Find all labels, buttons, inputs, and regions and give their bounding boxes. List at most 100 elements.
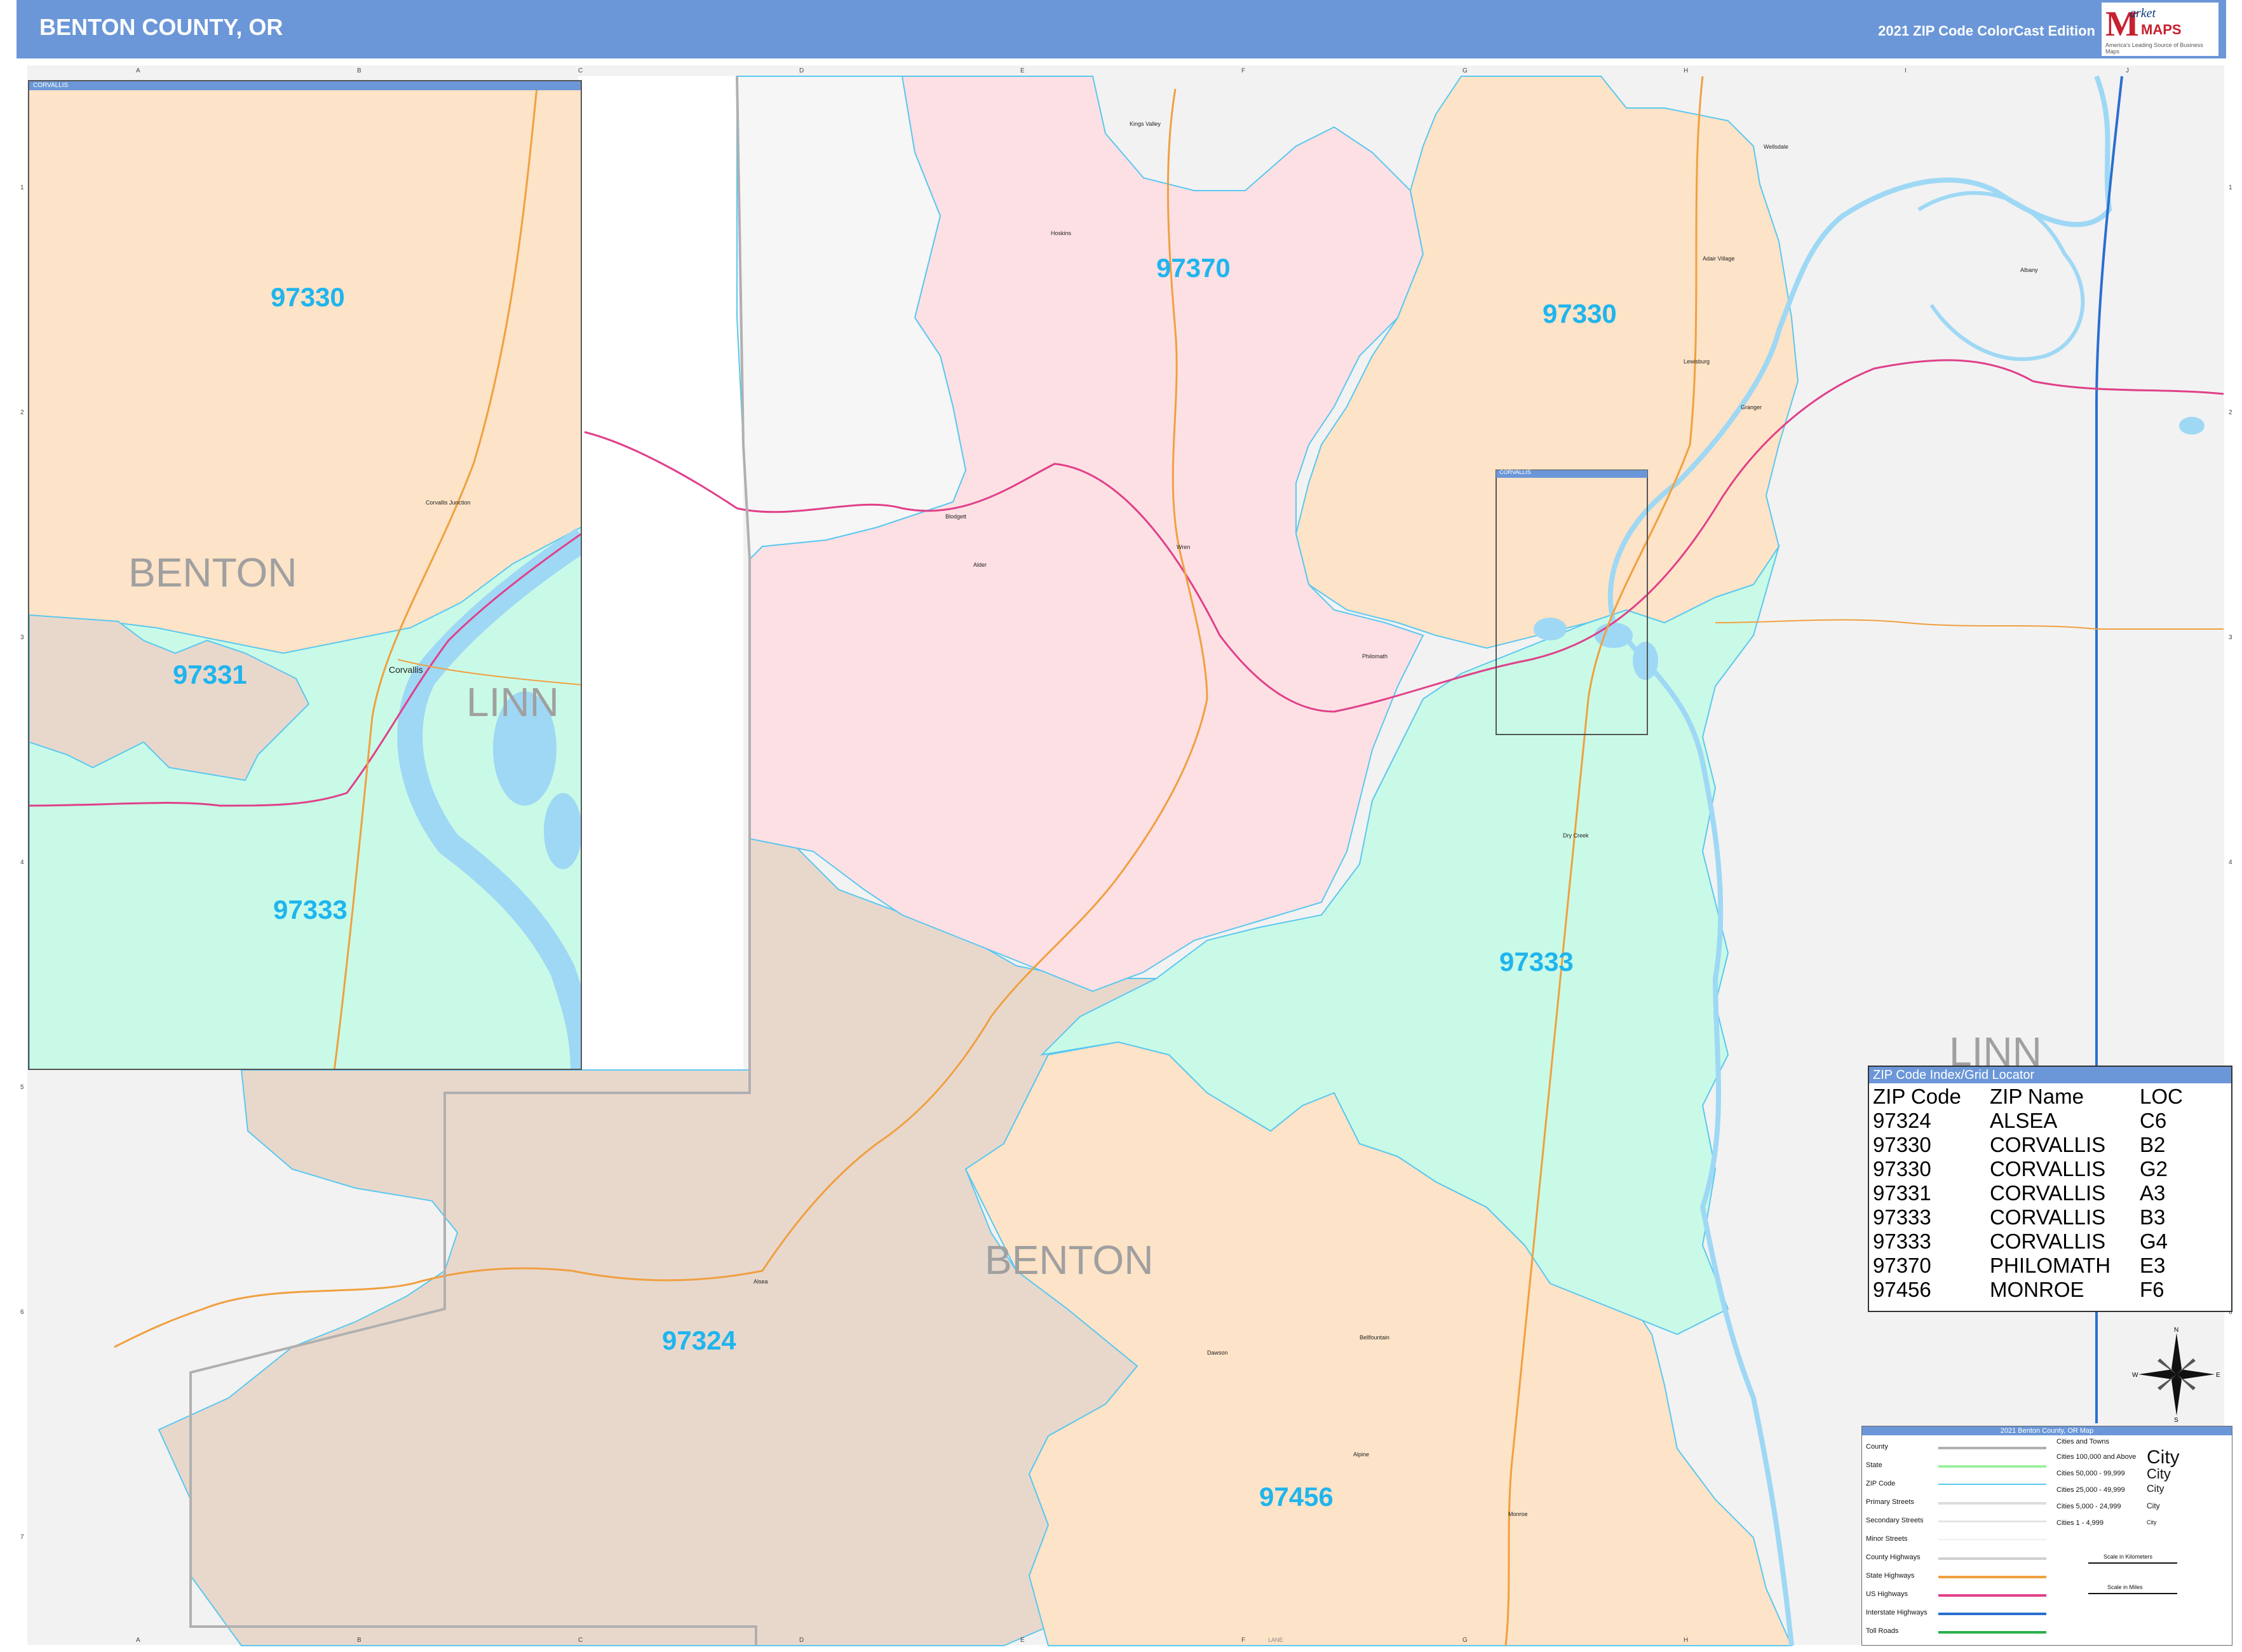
legend-label-state-hwy: State Highways bbox=[1866, 1572, 1915, 1580]
legend-city-sample: City bbox=[2147, 1447, 2180, 1468]
grid-col-e-bottom: E bbox=[1020, 1637, 1025, 1644]
town-albany: Albany bbox=[2020, 267, 2038, 273]
legend-label-county-hwy: County Highways bbox=[1866, 1554, 1921, 1561]
legend-city-range: Cities 25,000 - 49,999 bbox=[2056, 1486, 2125, 1494]
legend-scale-mi: Scale in Miles bbox=[2107, 1584, 2143, 1590]
legend-label-county: County bbox=[1866, 1443, 1888, 1451]
legend-swatch-state bbox=[1938, 1465, 2046, 1468]
town-alder: Alder bbox=[973, 562, 987, 568]
zip-label-97456[interactable]: 97456 bbox=[1259, 1482, 1334, 1512]
zip-index-name: MONROE bbox=[1990, 1278, 2084, 1301]
grid-col-f-bottom: F bbox=[1241, 1637, 1246, 1644]
svg-text:S: S bbox=[2174, 1417, 2178, 1422]
grid-row-4-right: 4 bbox=[2229, 859, 2232, 866]
grid-col-b: B bbox=[357, 67, 361, 74]
town-adair-village: Adair Village bbox=[1703, 255, 1735, 262]
zip-index-code: 97331 bbox=[1873, 1181, 1931, 1205]
grid-row-5: 5 bbox=[20, 1084, 24, 1091]
zip-index-code: 97333 bbox=[1873, 1229, 1931, 1253]
zip-index-header-code: ZIP Code bbox=[1873, 1085, 1961, 1108]
grid-col-d: D bbox=[799, 67, 804, 74]
zip-index-name: CORVALLIS bbox=[1990, 1229, 2106, 1253]
grid-col-b-bottom: B bbox=[357, 1637, 361, 1644]
zip-label-97330[interactable]: 97330 bbox=[1543, 299, 1617, 329]
town-kings-valley: Kings Valley bbox=[1130, 121, 1161, 127]
grid-col-a: A bbox=[136, 67, 140, 74]
zip-index-table: ZIP Code Index/Grid Locator ZIP Code ZIP… bbox=[1868, 1066, 2232, 1312]
zip-index-code: 97330 bbox=[1873, 1157, 1931, 1181]
zip-index-name: CORVALLIS bbox=[1990, 1157, 2106, 1181]
zip-index-name: PHILOMATH bbox=[1990, 1254, 2111, 1277]
legend-label-minor: Minor Streets bbox=[1866, 1535, 1908, 1543]
svg-text:W: W bbox=[2132, 1372, 2138, 1379]
zip-index-loc: F6 bbox=[2140, 1278, 2164, 1301]
zip-index-loc: G2 bbox=[2140, 1157, 2168, 1181]
zip-label-97333[interactable]: 97333 bbox=[1499, 947, 1574, 977]
zip-index-loc: A3 bbox=[2140, 1181, 2166, 1205]
legend-cities-title: Cities and Towns bbox=[2056, 1438, 2109, 1446]
inset-locator-title: CORVALLIS bbox=[1499, 469, 1531, 475]
town-wellsdale: Wellsdale bbox=[1764, 144, 1788, 150]
town-blodgett: Blodgett bbox=[945, 513, 967, 520]
zip-index-code: 97333 bbox=[1873, 1205, 1931, 1229]
legend-scale-km: Scale in Kilometers bbox=[2104, 1554, 2153, 1560]
town-hoskins: Hoskins bbox=[1051, 230, 1072, 236]
grid-row-3: 3 bbox=[20, 634, 24, 641]
inset-zip-label-97330[interactable]: 97330 bbox=[271, 282, 345, 313]
legend-label-zip: ZIP Code bbox=[1866, 1480, 1896, 1487]
inset-zip-label-97333[interactable]: 97333 bbox=[273, 895, 348, 925]
legend-swatch-toll bbox=[1938, 1631, 2046, 1634]
inset-title: CORVALLIS bbox=[29, 81, 581, 90]
legend-swatch-county-hwy bbox=[1938, 1557, 2046, 1560]
grid-col-h: H bbox=[1684, 67, 1689, 74]
legend-label-toll: Toll Roads bbox=[1866, 1627, 1899, 1635]
grid-row-2-right: 2 bbox=[2229, 409, 2232, 416]
grid-row-4: 4 bbox=[20, 859, 24, 866]
grid-col-i: I bbox=[1905, 67, 1907, 74]
grid-col-j: J bbox=[2126, 67, 2129, 74]
legend-scale-bar-mi bbox=[2088, 1593, 2177, 1594]
legend-swatch-state-hwy bbox=[1938, 1576, 2046, 1578]
zip-index-loc: B3 bbox=[2140, 1205, 2166, 1229]
legend-swatch-minor bbox=[1938, 1539, 2046, 1540]
inset-county-label-linn: LINN bbox=[466, 679, 559, 725]
zip-index-header-name: ZIP Name bbox=[1990, 1085, 2084, 1108]
grid-col-c-bottom: C bbox=[578, 1637, 583, 1644]
grid-col-h-bottom: H bbox=[1684, 1637, 1689, 1644]
county-label-benton: BENTON bbox=[985, 1237, 1154, 1283]
inset-county-label-benton: BENTON bbox=[128, 550, 297, 595]
legend-swatch-county bbox=[1938, 1447, 2046, 1449]
town-dry-creek: Dry Creek bbox=[1563, 832, 1589, 839]
legend-city-range: Cities 50,000 - 99,999 bbox=[2056, 1470, 2125, 1477]
water-body bbox=[1534, 618, 1567, 640]
legend-city-sample: City bbox=[2147, 1466, 2171, 1482]
inset-town-corvallis-junction: Corvallis Junction bbox=[426, 499, 471, 506]
town-bellfountain: Bellfountain bbox=[1360, 1334, 1390, 1341]
grid-row-1: 1 bbox=[20, 184, 24, 191]
svg-text:N: N bbox=[2174, 1327, 2178, 1334]
grid-row-1-right: 1 bbox=[2229, 184, 2232, 191]
svg-text:E: E bbox=[2216, 1372, 2220, 1379]
legend-label-secondary: Secondary Streets bbox=[1866, 1517, 1924, 1524]
zip-index-loc: B2 bbox=[2140, 1133, 2166, 1156]
legend-scale-bar-km bbox=[2088, 1562, 2177, 1564]
legend-swatch-interstate bbox=[1938, 1613, 2046, 1615]
inset-town-corvallis: Corvallis bbox=[389, 665, 423, 675]
legend-city-sample: City bbox=[2147, 1501, 2160, 1510]
grid-row-2: 2 bbox=[20, 409, 24, 416]
town-lewisburg: Lewisburg bbox=[1684, 358, 1710, 365]
zip-index-code: 97370 bbox=[1873, 1254, 1931, 1277]
zip-label-97324[interactable]: 97324 bbox=[662, 1325, 736, 1356]
map-legend: 2021 Benton County, OR Map County State … bbox=[1861, 1426, 2232, 1646]
grid-col-d-bottom: D bbox=[799, 1637, 804, 1644]
zip-label-97370[interactable]: 97370 bbox=[1156, 253, 1231, 283]
legend-city-range: Cities 1 - 4,999 bbox=[2056, 1519, 2104, 1527]
legend-swatch-secondary bbox=[1938, 1520, 2046, 1522]
legend-city-range: Cities 5,000 - 24,999 bbox=[2056, 1503, 2121, 1510]
grid-col-g: G bbox=[1462, 67, 1468, 74]
inset-water bbox=[544, 793, 581, 869]
town-granger: Granger bbox=[1741, 404, 1762, 410]
legend-city-sample: City bbox=[2147, 1519, 2157, 1526]
inset-zip-label-97331[interactable]: 97331 bbox=[173, 660, 247, 690]
grid-col-g-bottom: G bbox=[1462, 1637, 1468, 1644]
